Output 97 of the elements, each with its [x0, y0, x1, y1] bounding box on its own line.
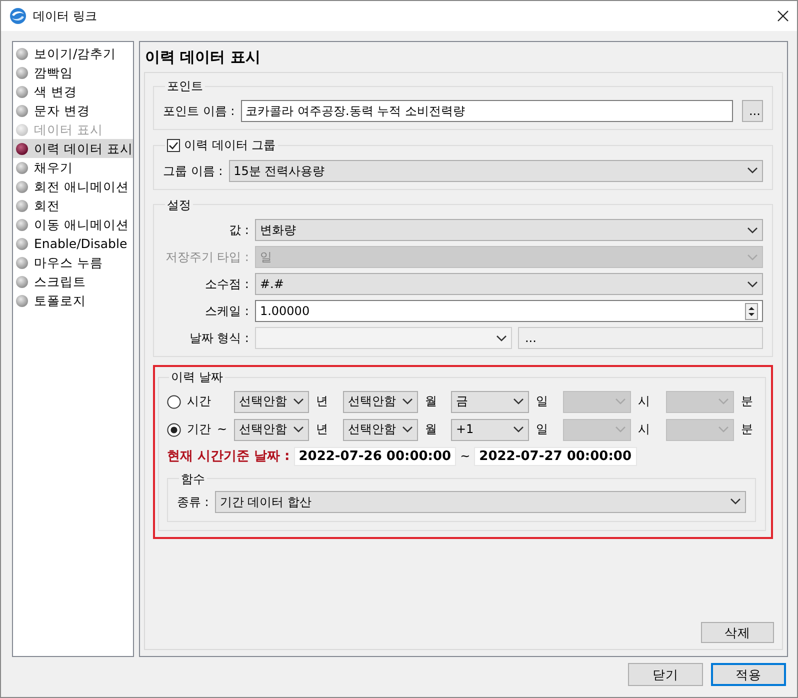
checkbox[interactable]	[166, 139, 180, 152]
dropdown[interactable]: 선택안함	[342, 390, 418, 413]
chevron-down-icon	[292, 398, 304, 406]
checkbox-label[interactable]: 이력 데이터 그룹	[184, 138, 276, 153]
unit-label: 시	[636, 422, 651, 437]
sidebar-item[interactable]: 문자 변경	[13, 101, 133, 120]
chevron-down-icon	[614, 426, 626, 434]
chevron-down-icon	[746, 226, 758, 234]
status-dot-icon	[16, 218, 28, 230]
chevron-down-icon	[512, 398, 524, 406]
field-label: 값 :	[228, 222, 249, 238]
field-label: 종류 :	[176, 494, 209, 510]
panel-title: 이력 데이터 표시	[144, 47, 262, 68]
sidebar-item[interactable]: 깜빡임	[13, 63, 133, 82]
field-label: 날짜 형식 :	[188, 330, 249, 346]
unit-label: 분	[740, 394, 754, 409]
dropdown[interactable]: +1	[450, 418, 529, 441]
sidebar-item[interactable]: 이동 애니메이션	[13, 215, 133, 234]
chevron-down-icon	[730, 498, 741, 506]
sidebar-item[interactable]: 회전	[13, 196, 133, 215]
dropdown[interactable]: 선택안함	[234, 418, 309, 441]
spin-arrows-icon[interactable]	[744, 302, 758, 320]
chevron-down-icon	[746, 167, 758, 174]
unit-label: 일	[534, 394, 549, 409]
date-value: 2022-07-27 00:00:00	[474, 446, 637, 466]
status-dot-icon	[16, 200, 28, 212]
unit-label: 분	[740, 422, 754, 437]
group-legend: 설정	[164, 198, 193, 212]
status-dot-icon	[16, 48, 28, 60]
status-dot-icon	[16, 180, 28, 192]
sidebar-item[interactable]: 토폴로지	[13, 291, 133, 310]
radio-label[interactable]: 시간	[186, 394, 211, 409]
chevron-down-icon	[292, 426, 304, 434]
radio-button[interactable]	[166, 394, 181, 409]
close-icon[interactable]	[777, 10, 789, 22]
dropdown[interactable]: 금	[450, 390, 529, 413]
unit-label: 월	[424, 394, 438, 409]
unit-label: 월	[424, 422, 438, 437]
dropdown[interactable]: 선택안함	[342, 418, 418, 441]
sidebar-item[interactable]: 회전 애니메이션	[13, 177, 133, 196]
status-dot-icon	[16, 276, 28, 288]
dropdown[interactable]: 선택안함	[234, 390, 309, 413]
chevron-down-icon	[746, 254, 758, 261]
sidebar-item[interactable]: 이력 데이터 표시	[13, 139, 133, 158]
app-logo-icon	[9, 7, 27, 25]
sidebar-item[interactable]: 색 변경	[13, 82, 133, 101]
status-dot-icon	[16, 104, 28, 116]
dialog-button[interactable]: 적용	[711, 663, 786, 686]
chevron-down-icon	[746, 280, 758, 288]
tilde-label: ~	[216, 422, 228, 437]
current-date-label: 현재 시간기준 날짜 :	[166, 448, 290, 464]
unit-label: 년	[314, 422, 329, 437]
status-dot-icon	[16, 294, 28, 306]
dropdown[interactable]: 15분 전력사용량	[228, 160, 763, 182]
browse-button[interactable]: ...	[742, 100, 763, 122]
status-dot-icon	[16, 256, 28, 268]
chevron-down-icon	[718, 398, 729, 406]
group-legend: 함수	[178, 472, 207, 486]
unit-label: 년	[314, 394, 329, 409]
field-label: 스케일 :	[204, 304, 249, 318]
field-label: 저장주기 타입 :	[164, 250, 249, 264]
sidebar-item[interactable]: 스크립트	[13, 272, 133, 291]
chevron-down-icon	[402, 398, 413, 406]
status-dot-icon	[16, 86, 28, 98]
field-label: 소수점 :	[204, 276, 249, 292]
group-legend: 포인트	[164, 79, 205, 94]
sidebar-item[interactable]: 마우스 누름	[13, 253, 133, 272]
date-value: 2022-07-26 00:00:00	[294, 446, 456, 466]
chevron-down-icon	[614, 398, 626, 406]
text-field[interactable]: 코카콜라 여주공장.동력 누적 소비전력량	[240, 100, 733, 122]
dropdown[interactable]: #.#	[254, 273, 763, 296]
status-dot-icon	[16, 238, 28, 250]
dialog-button[interactable]: 닫기	[628, 663, 703, 686]
radio-button[interactable]	[166, 422, 181, 437]
status-dot-icon	[16, 162, 28, 174]
dropdown[interactable]: 기간 데이터 합산	[214, 490, 746, 513]
delete-button[interactable]: 삭제	[700, 622, 774, 643]
status-dot-icon	[16, 66, 28, 78]
field-label: 포인트 이름 :	[162, 104, 235, 119]
chevron-down-icon	[718, 426, 729, 434]
unit-label: 시	[636, 394, 651, 409]
sidebar-item[interactable]: Enable/Disable	[13, 234, 133, 253]
dropdown[interactable]: 변화량	[254, 219, 763, 242]
sidebar-item[interactable]: 보이기/감추기	[13, 44, 133, 63]
chevron-down-icon	[496, 334, 507, 342]
radio-label[interactable]: 기간	[186, 422, 211, 437]
field-label: 그룹 이름 :	[162, 164, 223, 178]
window-title: 데이터 링크	[33, 8, 98, 24]
unit-label: 일	[534, 422, 549, 437]
sidebar-item[interactable]: 채우기	[13, 158, 133, 177]
chevron-down-icon	[512, 426, 524, 434]
status-dot-icon	[16, 124, 28, 136]
number-spinner[interactable]: 1.00000	[254, 300, 763, 322]
group-legend: 이력 날짜	[168, 370, 225, 385]
chevron-down-icon	[402, 426, 413, 434]
status-dot-icon	[16, 142, 28, 154]
tilde-label: ~	[460, 449, 470, 464]
